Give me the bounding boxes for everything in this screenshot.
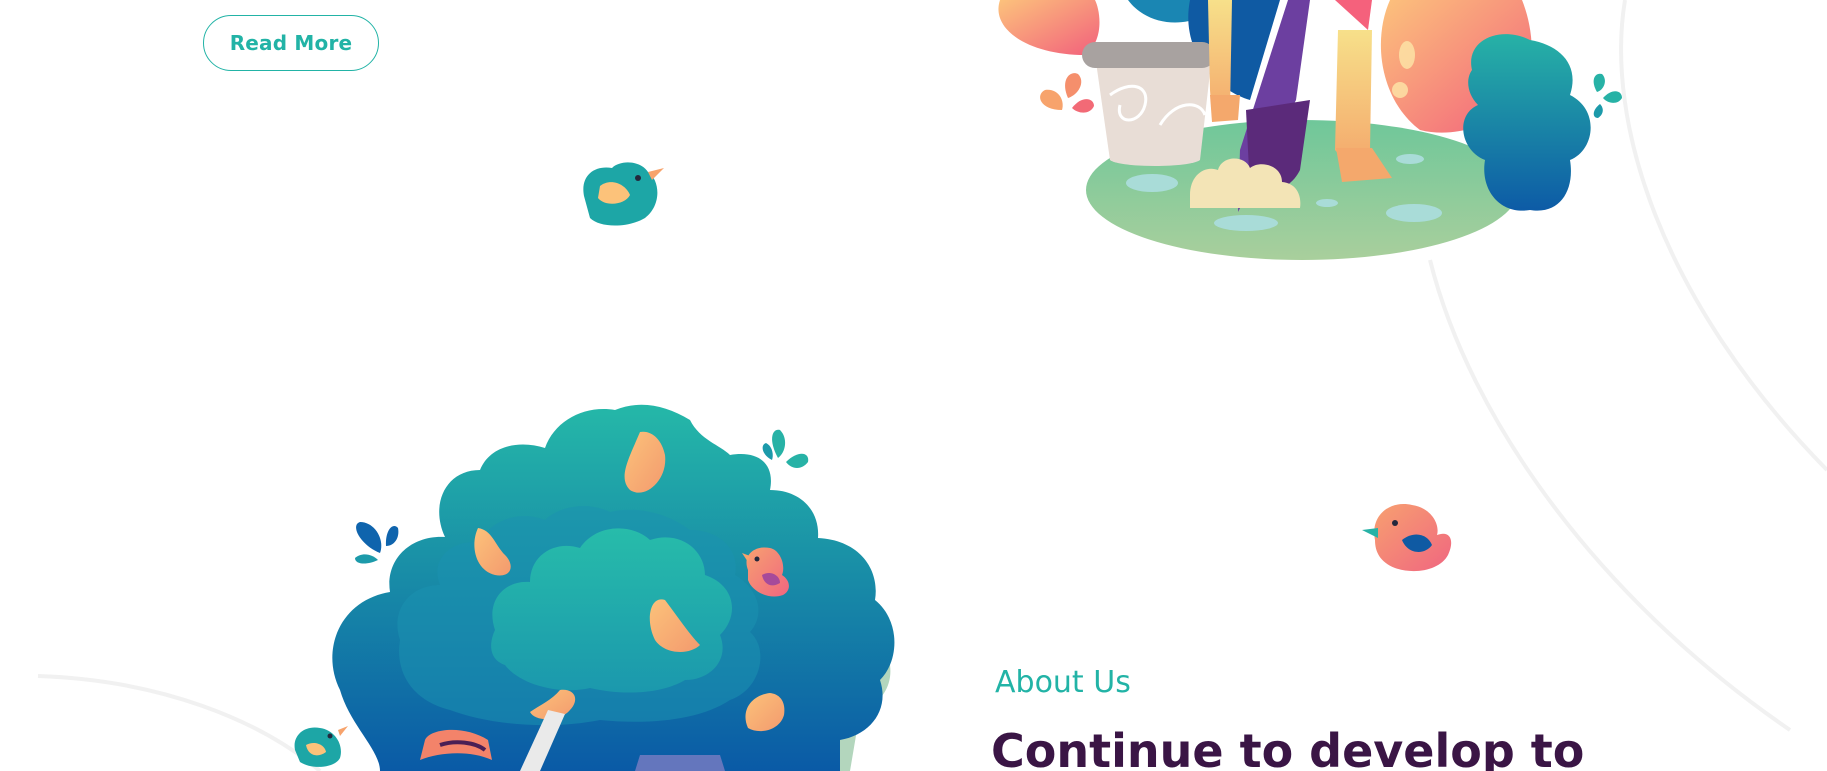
curve-line-right-outer <box>1428 259 1792 732</box>
ground-puddle <box>1316 199 1338 207</box>
bird-icon <box>583 162 664 226</box>
background-illustrations <box>37 0 1827 771</box>
ground-puddle <box>1396 154 1424 164</box>
gardening-illustration <box>998 0 1622 260</box>
person-shorts <box>1335 0 1372 30</box>
sprout-icon <box>355 522 399 564</box>
bird-icon <box>1362 504 1452 572</box>
person-body <box>635 755 725 771</box>
sprout-icon <box>762 429 809 468</box>
bucket <box>1095 55 1212 166</box>
sprout-icon <box>1593 73 1622 118</box>
ground-puddle <box>1386 204 1442 222</box>
bucket-rim <box>1082 42 1215 68</box>
read-more-button[interactable]: Read More <box>203 15 379 71</box>
person-foot <box>1210 95 1240 122</box>
section-label-about-us: About Us <box>995 665 1131 700</box>
sprout-icon <box>1040 73 1094 113</box>
page: Read More About Us Continue to develop t… <box>0 0 1827 771</box>
section-heading: Continue to develop to <box>991 724 1585 771</box>
warm-leaf <box>998 0 1100 55</box>
curve-line-right-inner <box>1619 0 1827 472</box>
person-leg <box>1335 30 1372 165</box>
ground-puddle <box>1214 215 1278 231</box>
plant-spot <box>1392 82 1408 98</box>
curve-line-left <box>37 674 322 771</box>
plant-spot <box>1399 41 1415 69</box>
tree-illustration <box>332 404 895 771</box>
ground-puddle <box>1126 174 1178 192</box>
bird-icon <box>294 726 348 767</box>
